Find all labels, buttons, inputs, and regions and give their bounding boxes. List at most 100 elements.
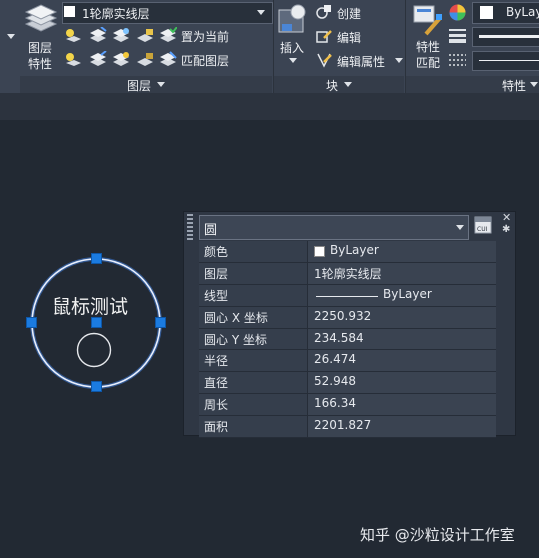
insert-label: 插入 [280, 41, 305, 55]
lineweight-dropdown[interactable] [472, 27, 539, 47]
chevron-down-icon [257, 10, 265, 15]
property-key: 颜色 [204, 245, 229, 259]
settings-icon[interactable]: ✱ [502, 224, 510, 235]
chevron-down-icon [344, 82, 352, 87]
properties-panel-footer[interactable]: 特性 [406, 76, 539, 93]
svg-text:CUI: CUI [477, 226, 488, 233]
edit-block-icon [316, 30, 332, 43]
property-key: 周长 [204, 398, 229, 413]
edit-block-button[interactable]: 编辑 [316, 28, 376, 46]
create-label: 创建 [337, 7, 362, 21]
linetype-icon [449, 54, 466, 66]
layer-isolate-icon[interactable] [89, 27, 107, 43]
chevron-down-icon [456, 225, 464, 230]
match-properties-label: 特性 匹配 [416, 40, 441, 70]
set-current-label: 置为当前 [181, 30, 230, 44]
property-value: 234.584 [314, 330, 364, 345]
property-row-layer[interactable]: 图层 1轮廓实线层 [199, 262, 496, 285]
layer-properties-label: 图层 特性 [28, 41, 53, 71]
property-row-center-y[interactable]: 圆心 Y 坐标 234.584 [199, 328, 496, 351]
circle-text: 鼠标测试 [52, 296, 129, 318]
quick-properties-palette: 圆 CUI ✕ ✱ 颜色 ByLayer 图层 1轮廓实线层 线型 ByLaye… [183, 211, 516, 439]
color-wheel-icon[interactable] [449, 4, 466, 21]
layer-off-icon[interactable] [64, 27, 82, 43]
layer-lock-icon[interactable] [136, 27, 154, 43]
linetype-dropdown[interactable] [472, 51, 539, 71]
palette-drag-handle[interactable] [187, 214, 193, 240]
lineweight-sample [479, 35, 539, 38]
customize-icon[interactable]: CUI [474, 216, 492, 234]
linetype-sample [316, 295, 378, 297]
property-row-circumference[interactable]: 周长 166.34 [199, 394, 496, 417]
property-value: 52.948 [314, 374, 356, 389]
layer-dropdown-value: 1轮廓实线层 [82, 7, 150, 21]
property-key: 圆心 Y 坐标 [204, 332, 267, 347]
layers-panel-footer[interactable]: 图层 [20, 76, 272, 93]
property-value: ByLayer [330, 243, 379, 257]
chevron-down-icon [157, 82, 165, 87]
layer-stack-icon [24, 4, 58, 32]
watermark: 知乎 @沙粒设计工作室 [360, 526, 515, 544]
color-dropdown[interactable]: ByLay [472, 2, 539, 24]
grip-bottom[interactable] [91, 381, 102, 392]
lineweight-icon [449, 29, 466, 43]
edit-label: 编辑 [337, 31, 362, 45]
property-value: 26.474 [314, 352, 356, 367]
properties-panel-label: 特性 [502, 79, 527, 93]
layer-on-icon[interactable] [64, 51, 82, 67]
color-swatch [314, 246, 325, 257]
property-key: 线型 [204, 288, 229, 303]
property-value: ByLayer [383, 286, 432, 301]
color-value: ByLay [506, 5, 539, 19]
block-panel-footer[interactable]: 块 [274, 76, 404, 93]
property-key: 面积 [204, 420, 229, 435]
property-value: 1轮廓实线层 [314, 266, 382, 281]
property-key: 直径 [204, 376, 229, 391]
insert-block-icon [278, 4, 306, 33]
layer-freeze-icon[interactable] [112, 27, 130, 43]
property-value: 2250.932 [314, 308, 372, 323]
color-swatch [480, 6, 493, 19]
match-layer-label: 匹配图层 [181, 54, 230, 68]
property-row-center-x[interactable]: 圆心 X 坐标 2250.932 [199, 306, 496, 329]
set-current-icon [160, 27, 177, 42]
create-block-icon [316, 5, 331, 19]
property-value: 166.34 [314, 396, 356, 411]
object-type-dropdown[interactable]: 圆 [199, 215, 469, 240]
layer-dropdown[interactable]: 1轮廓实线层 [62, 2, 273, 24]
match-properties-icon [413, 5, 442, 36]
chevron-down-icon [395, 58, 403, 63]
match-layer-button[interactable]: 匹配图层 [159, 51, 239, 69]
close-icon[interactable]: ✕ [502, 211, 511, 224]
layer-unisolate-icon[interactable] [89, 51, 107, 67]
property-row-area[interactable]: 面积 2201.827 [199, 416, 496, 439]
edit-attributes-button[interactable]: 编辑属性 [316, 52, 406, 70]
layer-color-swatch [64, 6, 75, 17]
grip-top[interactable] [91, 253, 102, 264]
layer-thaw-icon[interactable] [112, 51, 130, 67]
set-current-button[interactable]: 置为当前 [159, 27, 239, 45]
layers-panel-label: 图层 [127, 79, 152, 93]
grip-center[interactable] [91, 317, 102, 328]
insert-button[interactable]: 插入 [276, 2, 310, 68]
grip-right[interactable] [155, 317, 166, 328]
match-layer-icon [160, 51, 177, 66]
edit-attributes-icon [317, 53, 332, 68]
block-panel-label: 块 [326, 79, 339, 93]
grip-left[interactable] [26, 317, 37, 328]
property-table: 颜色 ByLayer 图层 1轮廓实线层 线型 ByLayer 圆心 X 坐标 … [199, 241, 496, 439]
layer-properties-button[interactable]: 图层 特性 [20, 2, 60, 74]
property-key: 圆心 X 坐标 [204, 310, 268, 325]
property-value: 2201.827 [314, 418, 372, 433]
match-properties-button[interactable]: 特性 匹配 [410, 2, 446, 74]
object-type-value: 圆 [204, 223, 218, 238]
property-row-linetype[interactable]: 线型 ByLayer [199, 284, 496, 307]
property-row-radius[interactable]: 半径 26.474 [199, 350, 496, 373]
linetype-sample [479, 60, 539, 61]
chevron-down-icon[interactable] [7, 34, 15, 39]
create-block-button[interactable]: 创建 [316, 4, 376, 22]
inner-circle[interactable] [74, 332, 114, 372]
property-row-diameter[interactable]: 直径 52.948 [199, 372, 496, 395]
layer-unlock-icon[interactable] [136, 51, 154, 67]
property-row-color[interactable]: 颜色 ByLayer [199, 241, 496, 263]
